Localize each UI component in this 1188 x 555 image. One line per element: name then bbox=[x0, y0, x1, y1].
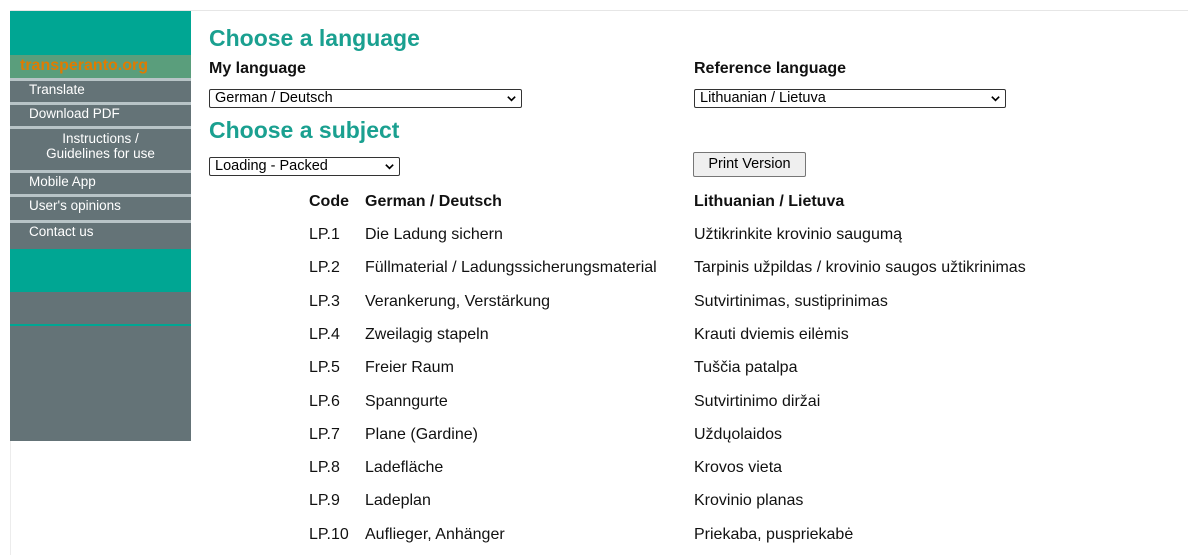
german-term-cell: Ladeplan bbox=[365, 492, 431, 509]
sidebar-item-label[interactable]: Download PDF bbox=[29, 106, 120, 121]
sidebar-item-label-line1: Instructions / bbox=[62, 131, 139, 146]
lithuanian-term-cell: Krauti dviemis eilėmis bbox=[694, 326, 849, 343]
my-language-select[interactable]: German / Deutsch bbox=[209, 89, 522, 108]
german-term-cell: Verankerung, Verstärkung bbox=[365, 293, 551, 310]
sidebar-teal-band bbox=[10, 249, 191, 292]
chevron-down-icon bbox=[991, 96, 1000, 102]
sidebar-item-instructions[interactable]: Instructions / Guidelines for use bbox=[10, 126, 191, 170]
my-language-label: My language bbox=[209, 60, 306, 77]
reference-language-select-value: Lithuanian / Lietuva bbox=[700, 90, 826, 106]
lithuanian-term-cell: Priekaba, puspriekabė bbox=[694, 526, 854, 543]
german-term-cell: Auflieger, Anhänger bbox=[365, 526, 505, 543]
brand-logo-text[interactable]: transperanto.org bbox=[20, 57, 148, 75]
choose-subject-heading: Choose a subject bbox=[209, 117, 400, 143]
sidebar-item-label[interactable]: Translate bbox=[29, 82, 85, 97]
subject-select-value: Loading - Packed bbox=[215, 158, 328, 174]
reference-language-label: Reference language bbox=[694, 60, 847, 77]
chevron-down-icon bbox=[385, 164, 394, 170]
column-header-lithuanian: Lithuanian / Lietuva bbox=[694, 193, 845, 210]
code-cell: LP.2 bbox=[309, 259, 340, 276]
sidebar-item-label[interactable]: Contact us bbox=[29, 224, 94, 239]
german-term-cell: Freier Raum bbox=[365, 359, 454, 376]
column-header-german: German / Deutsch bbox=[365, 193, 502, 210]
sidebar-item-mobile-app[interactable]: Mobile App bbox=[10, 170, 191, 194]
sidebar-item-label[interactable]: Instructions / Guidelines for use bbox=[10, 131, 191, 161]
code-cell: LP.3 bbox=[309, 293, 340, 310]
sidebar-item-label[interactable]: User's opinions bbox=[29, 198, 121, 213]
subject-select[interactable]: Loading - Packed bbox=[209, 157, 400, 176]
german-term-cell: Ladefläche bbox=[365, 459, 444, 476]
sidebar: transperanto.org Translate Download PDF … bbox=[10, 11, 191, 441]
code-cell: LP.10 bbox=[309, 526, 349, 543]
choose-language-heading: Choose a language bbox=[209, 25, 420, 51]
german-term-cell: Spanngurte bbox=[365, 393, 448, 410]
german-term-cell: Füllmaterial / Ladungssicherungsmaterial bbox=[365, 259, 657, 276]
code-cell: LP.6 bbox=[309, 393, 340, 410]
lithuanian-term-cell: Sutvirtinimo diržai bbox=[694, 393, 821, 410]
sidebar-divider bbox=[10, 324, 191, 326]
sidebar-item-label[interactable]: Mobile App bbox=[29, 174, 96, 189]
lithuanian-term-cell: Tarpinis užpildas / krovinio saugos užti… bbox=[694, 259, 1026, 276]
lithuanian-term-cell: Tuščia patalpa bbox=[694, 359, 798, 376]
german-term-cell: Zweilagig stapeln bbox=[365, 326, 489, 343]
german-term-cell: Plane (Gardine) bbox=[365, 426, 478, 443]
reference-language-select[interactable]: Lithuanian / Lietuva bbox=[694, 89, 1006, 108]
code-cell: LP.5 bbox=[309, 359, 340, 376]
code-cell: LP.8 bbox=[309, 459, 340, 476]
sidebar-item-label-line2: Guidelines for use bbox=[46, 146, 155, 161]
code-cell: LP.9 bbox=[309, 492, 340, 509]
my-language-select-value: German / Deutsch bbox=[215, 90, 333, 106]
print-version-button[interactable]: Print Version bbox=[693, 152, 806, 177]
lithuanian-term-cell: Uždųolaidos bbox=[694, 426, 783, 443]
sidebar-item-download-pdf[interactable]: Download PDF bbox=[10, 102, 191, 126]
lithuanian-term-cell: Krovinio planas bbox=[694, 492, 804, 509]
column-header-code: Code bbox=[309, 193, 349, 210]
chevron-down-icon bbox=[507, 96, 516, 102]
sidebar-item-users-opinions[interactable]: User's opinions bbox=[10, 194, 191, 220]
brand-bar[interactable]: transperanto.org bbox=[10, 55, 191, 78]
sidebar-item-translate[interactable]: Translate bbox=[10, 78, 191, 102]
code-cell: LP.4 bbox=[309, 326, 340, 343]
lithuanian-term-cell: Užtikrinkite krovinio saugumą bbox=[694, 226, 903, 243]
sidebar-header-band bbox=[10, 11, 191, 55]
german-term-cell: Die Ladung sichern bbox=[365, 226, 503, 243]
lithuanian-term-cell: Krovos vieta bbox=[694, 459, 783, 476]
code-cell: LP.7 bbox=[309, 426, 340, 443]
code-cell: LP.1 bbox=[309, 226, 340, 243]
sidebar-item-contact-us[interactable]: Contact us bbox=[10, 220, 191, 246]
lithuanian-term-cell: Sutvirtinimas, sustiprinimas bbox=[694, 293, 888, 310]
